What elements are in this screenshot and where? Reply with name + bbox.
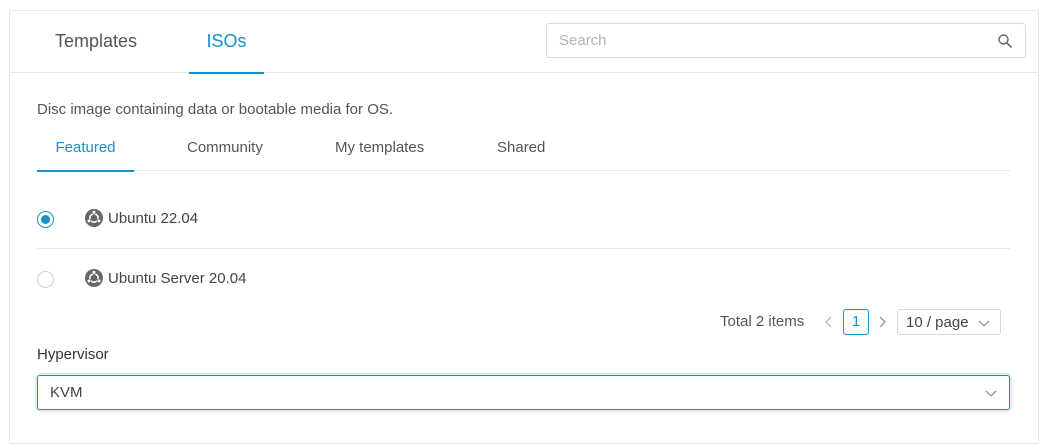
chevron-down-icon	[978, 320, 990, 327]
top-tab-bar: Templates ISOs	[10, 11, 1038, 74]
chevron-down-icon	[985, 390, 997, 397]
chevron-left-icon[interactable]	[822, 315, 836, 329]
tab-community[interactable]: Community	[187, 131, 263, 171]
hypervisor-value: KVM	[50, 384, 83, 401]
chevron-right-icon[interactable]	[875, 315, 889, 329]
radio-button-selected[interactable]	[37, 211, 54, 228]
pagination-page-1[interactable]: 1	[843, 309, 869, 335]
search-icon[interactable]	[997, 33, 1013, 49]
tab-isos[interactable]: ISOs	[189, 11, 264, 74]
tab-featured[interactable]: Featured	[37, 131, 134, 172]
ubuntu-icon	[85, 209, 103, 227]
hypervisor-label: Hypervisor	[37, 346, 109, 363]
search-input[interactable]	[547, 24, 987, 57]
template-selector-card: Templates ISOs Disc image containing dat…	[9, 10, 1039, 444]
iso-option-ubuntu-22-04[interactable]: Ubuntu 22.04	[37, 189, 1010, 249]
iso-option-ubuntu-server-20-04[interactable]: Ubuntu Server 20.04	[37, 249, 1010, 309]
search-box	[546, 23, 1026, 58]
radio-button[interactable]	[37, 271, 54, 288]
tab-templates[interactable]: Templates	[54, 11, 138, 73]
iso-option-label: Ubuntu 22.04	[108, 210, 199, 227]
page-size-select[interactable]: 10 / page	[897, 309, 1001, 335]
iso-description: Disc image containing data or bootable m…	[37, 101, 394, 118]
sub-tab-bar: Featured Community My templates Shared	[37, 131, 1010, 172]
tab-shared[interactable]: Shared	[497, 131, 545, 171]
iso-option-label: Ubuntu Server 20.04	[108, 270, 247, 287]
pagination-total: Total 2 items	[720, 313, 805, 330]
hypervisor-select[interactable]: KVM	[37, 375, 1010, 410]
tab-my-templates[interactable]: My templates	[335, 131, 424, 171]
page-size-value: 10 / page	[906, 314, 969, 331]
ubuntu-icon	[85, 269, 103, 287]
